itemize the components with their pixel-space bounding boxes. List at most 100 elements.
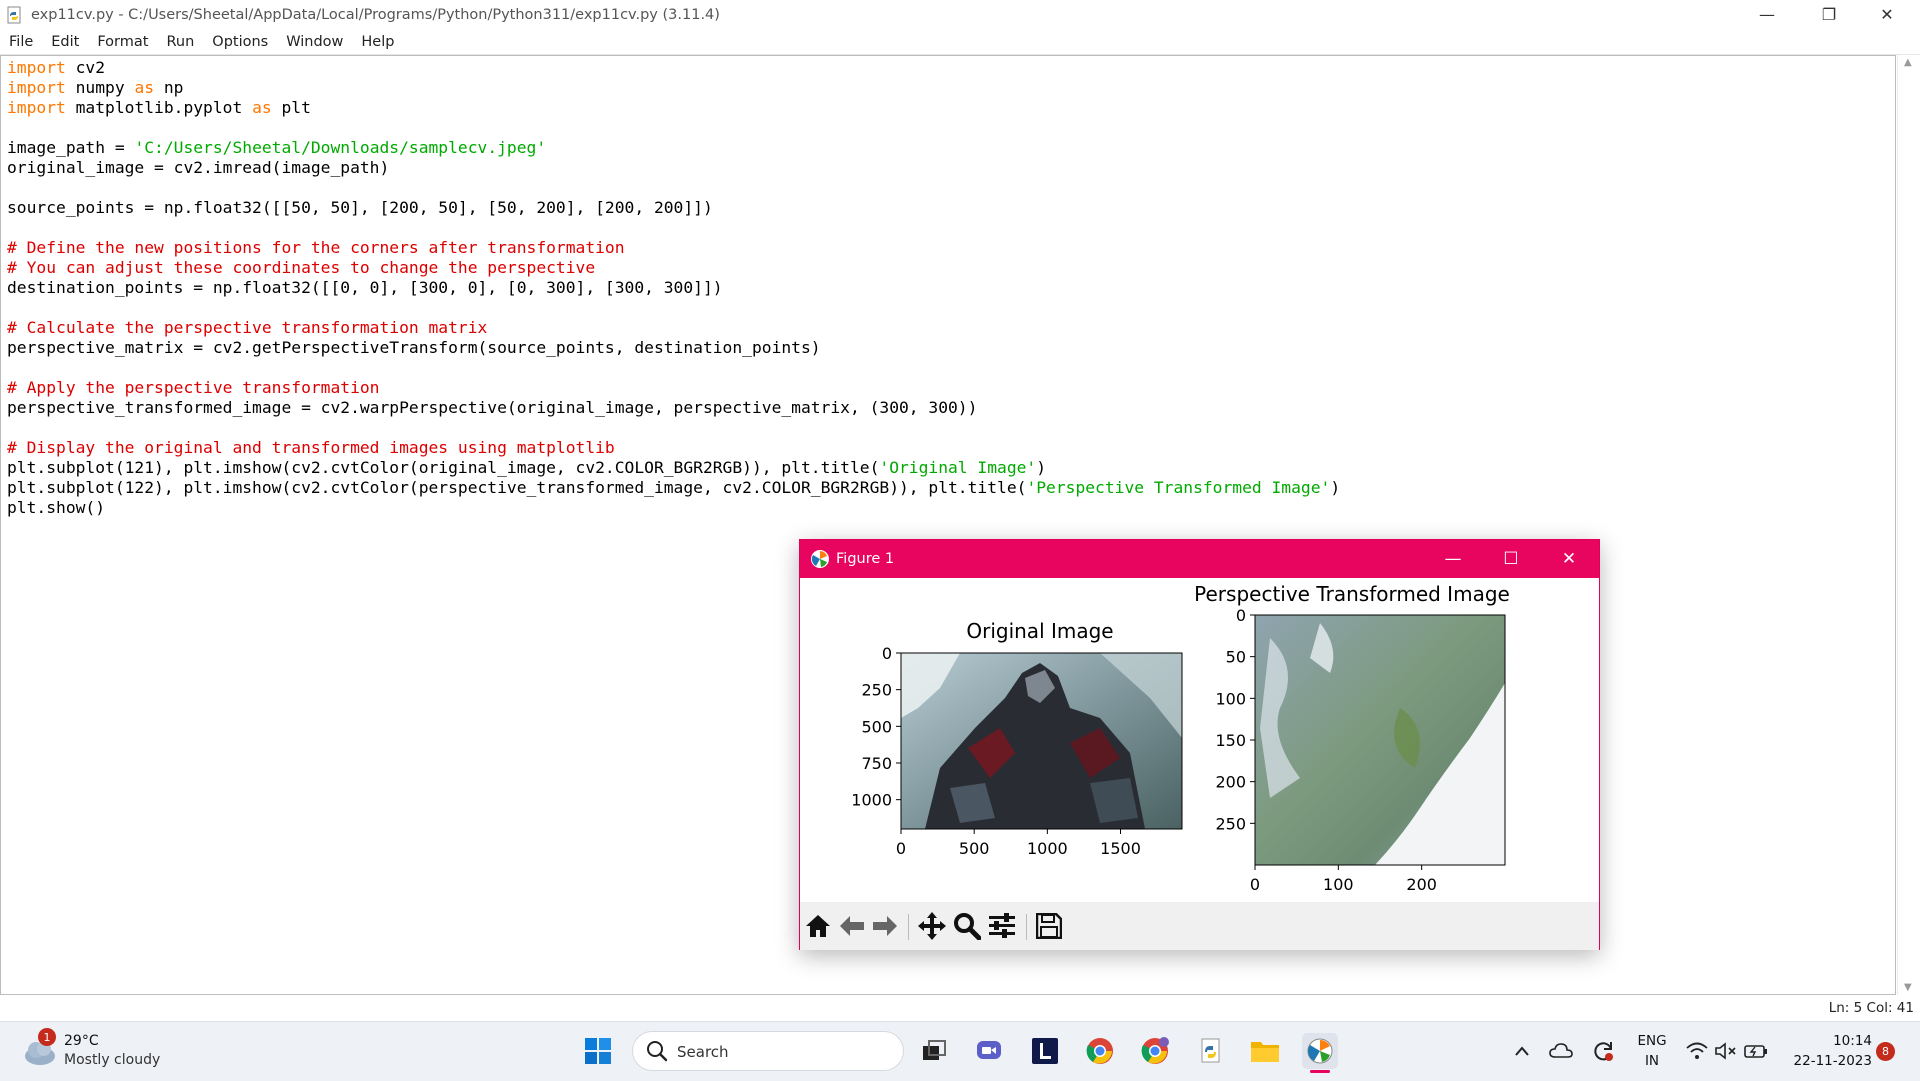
weather-badge: 1 xyxy=(38,1028,56,1046)
figure-close-button[interactable]: ✕ xyxy=(1541,540,1597,578)
update-status-button[interactable] xyxy=(1585,1033,1621,1069)
configure-subplots-icon[interactable] xyxy=(987,912,1017,940)
python-icon xyxy=(1201,1038,1220,1063)
menu-help[interactable]: Help xyxy=(352,34,403,50)
x-tick-label: 1500 xyxy=(1100,839,1141,858)
search-label: Search xyxy=(677,1043,729,1061)
y-tick-label: 750 xyxy=(861,754,892,773)
code-line[interactable] xyxy=(7,418,1340,438)
forward-arrow-icon[interactable] xyxy=(870,912,900,940)
code-line[interactable]: # Calculate the perspective transformati… xyxy=(7,318,1340,338)
x-tick-label: 200 xyxy=(1406,875,1437,894)
figure-canvas[interactable]: Original Image 025050075010000 500 1000 150… xyxy=(800,578,1599,899)
scroll-up-icon[interactable]: ▲ xyxy=(1904,57,1912,68)
code-line[interactable]: destination_points = np.float32([[0, 0],… xyxy=(7,278,1340,298)
x-tick-label: 0 xyxy=(896,839,906,858)
y-tick-label: 500 xyxy=(861,717,892,736)
code-line[interactable] xyxy=(7,218,1340,238)
menu-window[interactable]: Window xyxy=(277,34,352,50)
window-title-bar[interactable]: exp11cv.py - C:/Users/Sheetal/AppData/Lo… xyxy=(0,0,1920,29)
y-tick-label: 50 xyxy=(1226,648,1246,667)
home-icon[interactable] xyxy=(803,912,833,940)
code-line[interactable]: plt.show() xyxy=(7,498,1340,518)
code-line[interactable]: # Display the original and transformed i… xyxy=(7,438,1340,458)
chevron-up-icon xyxy=(1515,1046,1529,1056)
notification-badge[interactable]: 8 xyxy=(1876,1042,1895,1061)
taskbar-search[interactable]: Search xyxy=(632,1031,904,1071)
menu-run[interactable]: Run xyxy=(157,34,203,50)
scroll-down-icon[interactable]: ▼ xyxy=(1904,982,1912,993)
menu-file[interactable]: File xyxy=(0,34,42,50)
y-tick-label: 100 xyxy=(1215,689,1246,708)
language-code: ENG xyxy=(1637,1033,1667,1049)
code-line[interactable]: perspective_transformed_image = cv2.warp… xyxy=(7,398,1340,418)
weather-description: Mostly cloudy xyxy=(64,1052,161,1068)
pan-icon[interactable] xyxy=(917,912,947,940)
status-bar: Ln: 5 Col: 41 xyxy=(0,995,1920,1021)
code-line[interactable]: import numpy as np xyxy=(7,78,1340,98)
minimize-button[interactable]: — xyxy=(1744,0,1790,29)
folder-icon xyxy=(1251,1042,1279,1062)
show-hidden-icons-button[interactable] xyxy=(1504,1033,1540,1069)
task-view-icon xyxy=(923,1040,946,1060)
menu-options[interactable]: Options xyxy=(203,34,277,50)
matplotlib-window-button[interactable] xyxy=(1302,1033,1338,1073)
code-line[interactable] xyxy=(7,178,1340,198)
chrome-button[interactable] xyxy=(1082,1033,1118,1069)
x-tick-label: 0 xyxy=(1250,875,1260,894)
code-line[interactable]: # Apply the perspective transformation xyxy=(7,378,1340,398)
l-app-button[interactable] xyxy=(1027,1033,1063,1069)
language-indicator[interactable]: ENG IN xyxy=(1634,1031,1670,1071)
cursor-position: Ln: 5 Col: 41 xyxy=(1828,1000,1914,1016)
code-text[interactable]: import cv2 import numpy as np import matpl… xyxy=(7,58,1340,518)
toolbar-separator xyxy=(908,914,909,940)
close-button[interactable]: ✕ xyxy=(1864,0,1910,29)
code-line[interactable]: perspective_matrix = cv2.getPerspectiveT… xyxy=(7,338,1340,358)
plot2-title: Perspective Transformed Image xyxy=(1194,582,1510,606)
battery-button[interactable] xyxy=(1738,1033,1774,1069)
chrome-profile-button[interactable] xyxy=(1137,1033,1173,1069)
menu-bar: File Edit Format Run Options Window Help xyxy=(0,29,1920,55)
matplotlib-icon xyxy=(811,550,829,568)
restore-button[interactable]: ❐ xyxy=(1806,0,1852,29)
x-tick-label: 500 xyxy=(959,839,990,858)
cloud-sync-icon xyxy=(1549,1043,1573,1058)
python-idle-button[interactable] xyxy=(1193,1033,1229,1069)
search-icon xyxy=(647,1041,668,1062)
code-line[interactable] xyxy=(7,298,1340,318)
figure-maximize-button[interactable]: ☐ xyxy=(1483,540,1539,578)
code-line[interactable]: # You can adjust these coordinates to ch… xyxy=(7,258,1340,278)
figure-title: Figure 1 xyxy=(836,551,895,567)
code-line[interactable] xyxy=(7,118,1340,138)
clock-date: 22-11-2023 xyxy=(1793,1053,1872,1069)
figure-minimize-button[interactable]: — xyxy=(1425,540,1481,578)
weather-temp: 29°C xyxy=(64,1033,99,1049)
code-line[interactable]: plt.subplot(121), plt.imshow(cv2.cvtColo… xyxy=(7,458,1340,478)
teams-button[interactable] xyxy=(971,1033,1007,1069)
plot2-image xyxy=(1254,614,1506,866)
menu-format[interactable]: Format xyxy=(88,34,157,50)
zoom-icon[interactable] xyxy=(952,912,982,940)
save-icon[interactable] xyxy=(1034,912,1064,940)
start-button[interactable] xyxy=(580,1033,616,1069)
code-line[interactable]: import cv2 xyxy=(7,58,1340,78)
code-line[interactable]: source_points = np.float32([[50, 50], [2… xyxy=(7,198,1340,218)
code-line[interactable]: plt.subplot(122), plt.imshow(cv2.cvtColo… xyxy=(7,478,1340,498)
x-tick-label: 1000 xyxy=(1027,839,1068,858)
code-line[interactable]: original_image = cv2.imread(image_path) xyxy=(7,158,1340,178)
code-line[interactable]: import matplotlib.pyplot as plt xyxy=(7,98,1340,118)
task-view-button[interactable] xyxy=(916,1033,952,1069)
menu-edit[interactable]: Edit xyxy=(42,34,88,50)
l-app-icon xyxy=(1032,1038,1058,1064)
onedrive-button[interactable] xyxy=(1543,1033,1579,1069)
file-explorer-button[interactable] xyxy=(1247,1033,1283,1069)
vertical-scrollbar[interactable]: ▲ ▼ xyxy=(1897,55,1920,995)
back-arrow-icon[interactable] xyxy=(837,912,867,940)
x-tick-label: 100 xyxy=(1323,875,1354,894)
code-line[interactable]: image_path = 'C:/Users/Sheetal/Downloads… xyxy=(7,138,1340,158)
window-title: exp11cv.py - C:/Users/Sheetal/AppData/Lo… xyxy=(31,6,720,23)
code-line[interactable]: # Define the new positions for the corne… xyxy=(7,238,1340,258)
figure-window[interactable]: Figure 1 — ☐ ✕ Original Image 0 250 500 … xyxy=(799,539,1600,950)
clock[interactable]: 10:14 22-11-2023 xyxy=(1782,1031,1872,1071)
code-line[interactable] xyxy=(7,358,1340,378)
